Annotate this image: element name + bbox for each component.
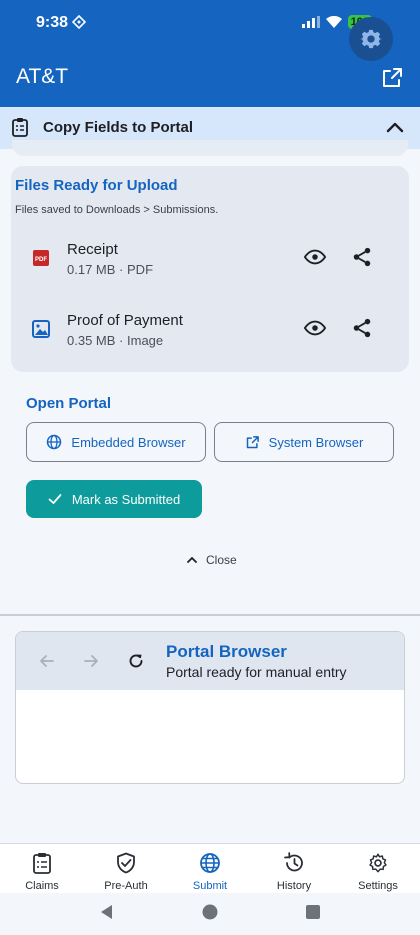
clipboard-list-icon [12,118,28,137]
svg-text:PDF: PDF [35,257,47,263]
file-meta: 0.35 MB · Image [67,333,163,348]
share-icon[interactable] [351,317,373,339]
gear-icon [369,853,387,873]
nav-item-pre-auth[interactable]: Pre-Auth [84,852,168,892]
system-recents-button[interactable] [306,905,320,919]
portal-browser: Portal Browser Portal ready for manual e… [15,631,405,784]
eye-icon[interactable] [304,246,326,268]
image-icon [32,320,50,338]
eye-icon[interactable] [304,317,326,339]
file-size: 0.17 MB [67,262,116,277]
embedded-browser-label: Embedded Browser [71,434,186,450]
clipboard-icon [33,853,51,874]
arrow-forward-icon[interactable] [82,652,100,670]
mark-as-submitted-label: Mark as Submitted [71,491,181,507]
app-title: AT&T [16,65,69,88]
file-meta-separator: · [119,262,124,277]
gear-icon [360,29,382,49]
nav-label-pre-auth: Pre-Auth [104,880,148,892]
file-name: Proof of Payment [67,312,183,329]
location-icon [72,15,86,29]
globe-icon [47,434,62,450]
share-icon[interactable] [351,246,373,268]
open-portal-title: Open Portal [26,395,112,412]
nav-label-claims: Claims [25,880,59,892]
portal-browser-toolbar: Portal Browser Portal ready for manual e… [16,632,404,690]
system-back-button[interactable] [99,904,115,920]
embedded-browser-button[interactable]: Embedded Browser [26,422,206,462]
nav-label-settings: Settings [358,880,398,892]
globe-icon [200,853,220,873]
files-section-subtitle: Files saved to Downloads > Submissions. [15,204,219,216]
check-icon [48,494,62,504]
pdf-icon: PDF [33,250,49,266]
arrow-back-icon[interactable] [38,652,56,670]
file-name: Receipt [67,241,118,258]
open-external-button[interactable] [380,66,404,90]
file-row-receipt[interactable]: PDF Receipt 0.17 MB · PDF [11,228,409,288]
wifi-icon [325,16,342,28]
system-browser-label: System Browser [268,434,364,450]
files-section-title: Files Ready for Upload [15,177,178,194]
reload-icon[interactable] [127,652,145,670]
system-home-button[interactable] [202,904,218,920]
file-meta: 0.17 MB · PDF [67,262,153,277]
file-meta-separator: · [119,333,124,348]
file-row-proof-of-payment[interactable]: Proof of Payment 0.35 MB · Image [11,299,409,359]
nav-label-submit: Submit [192,880,228,892]
open-external-icon [246,435,259,448]
system-browser-button[interactable]: System Browser [214,422,394,462]
mark-as-submitted-button[interactable]: Mark as Submitted [26,480,202,518]
files-ready-card: Files Ready for Upload Files saved to Do… [11,166,409,372]
section-divider [0,614,420,616]
portal-browser-title: Portal Browser [166,642,287,661]
nav-item-history[interactable]: History [252,852,336,892]
file-size: 0.35 MB [67,333,116,348]
shield-check-icon [117,852,135,874]
signal-icon [301,16,320,28]
bottom-navigation: Claims Pre-Auth Submit History Settings [0,843,420,893]
chevron-up-icon [187,557,197,563]
nav-label-history: History [276,880,312,892]
nav-item-settings[interactable]: Settings [336,852,420,892]
close-button[interactable]: Close [186,553,237,567]
chevron-up-icon[interactable] [385,118,405,138]
nav-item-submit[interactable]: Submit [168,852,252,892]
file-type: Image [127,333,164,348]
floating-settings-button[interactable] [349,17,393,61]
file-type: PDF [127,262,154,277]
status-time: 9:38 [36,14,69,31]
app-bar: 9:38 100 AT&T [0,0,420,107]
history-icon [284,852,303,872]
collapsed-panel-edge [12,140,408,156]
nav-item-claims[interactable]: Claims [0,852,84,892]
portal-browser-subtitle: Portal ready for manual entry [166,664,347,680]
copy-fields-label: Copy Fields to Portal [43,119,194,136]
close-label: Close [206,553,237,567]
